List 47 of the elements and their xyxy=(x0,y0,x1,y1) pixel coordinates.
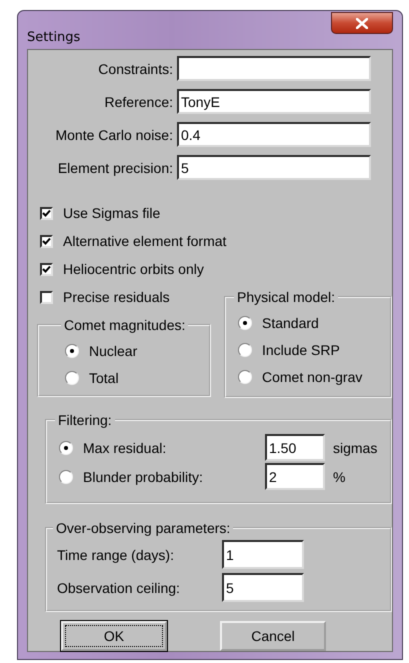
input-field[interactable]: 1.50 xyxy=(265,434,325,461)
field-label: Time range (days): xyxy=(57,546,175,562)
radio-button[interactable] xyxy=(59,470,73,484)
input-field[interactable]: 2 xyxy=(265,463,325,490)
field-label: Element precision: xyxy=(56,160,173,176)
radio-button[interactable] xyxy=(65,344,79,358)
checkbox[interactable] xyxy=(40,234,53,248)
close-button[interactable] xyxy=(331,12,393,34)
group-title: Comet magnitudes: xyxy=(63,317,186,333)
cancel-button[interactable]: Cancel xyxy=(220,621,326,651)
checkbox-label: Alternative element format xyxy=(63,233,226,249)
radio-button[interactable] xyxy=(238,342,252,356)
radio-button[interactable] xyxy=(238,370,252,384)
radio-button[interactable] xyxy=(238,316,252,330)
group-title: Physical model: xyxy=(236,289,336,305)
field-label: Monte Carlo noise: xyxy=(54,126,173,142)
ok-button[interactable]: OK xyxy=(61,621,167,651)
radio-label: Include SRP xyxy=(262,342,340,358)
radio-button[interactable] xyxy=(59,440,73,454)
radio-label: Blunder probability: xyxy=(83,468,203,484)
input-field[interactable]: TonyE xyxy=(177,89,371,114)
checkbox-label: Use Sigmas file xyxy=(63,205,160,221)
radio-label: Standard xyxy=(262,314,319,330)
checkbox-label: Precise residuals xyxy=(63,289,170,305)
input-field[interactable]: 0.4 xyxy=(177,122,371,147)
field-label: Observation ceiling: xyxy=(57,580,181,596)
radio-label: Max residual: xyxy=(83,440,166,456)
group-title: Filtering: xyxy=(57,412,113,428)
field-label: Constraints: xyxy=(97,60,173,76)
checkbox[interactable] xyxy=(40,290,53,304)
close-icon xyxy=(356,18,368,28)
input-field[interactable]: 1 xyxy=(222,540,304,569)
radio-button[interactable] xyxy=(65,370,79,384)
field-label: Reference: xyxy=(104,94,173,110)
radio-label: Nuclear xyxy=(89,342,138,358)
input-field[interactable] xyxy=(177,56,371,81)
checkbox-label: Heliocentric orbits only xyxy=(63,261,204,277)
checkbox[interactable] xyxy=(40,262,53,276)
window-title: Settings xyxy=(27,30,80,45)
unit-label: sigmas xyxy=(333,440,378,456)
checkbox[interactable] xyxy=(40,206,53,220)
radio-label: Comet non-grav xyxy=(262,368,362,384)
unit-label: % xyxy=(333,468,346,484)
radio-label: Total xyxy=(89,370,119,386)
group-title: Over-observing parameters: xyxy=(55,520,232,536)
input-field[interactable]: 5 xyxy=(222,573,304,602)
input-field[interactable]: 5 xyxy=(177,155,371,180)
